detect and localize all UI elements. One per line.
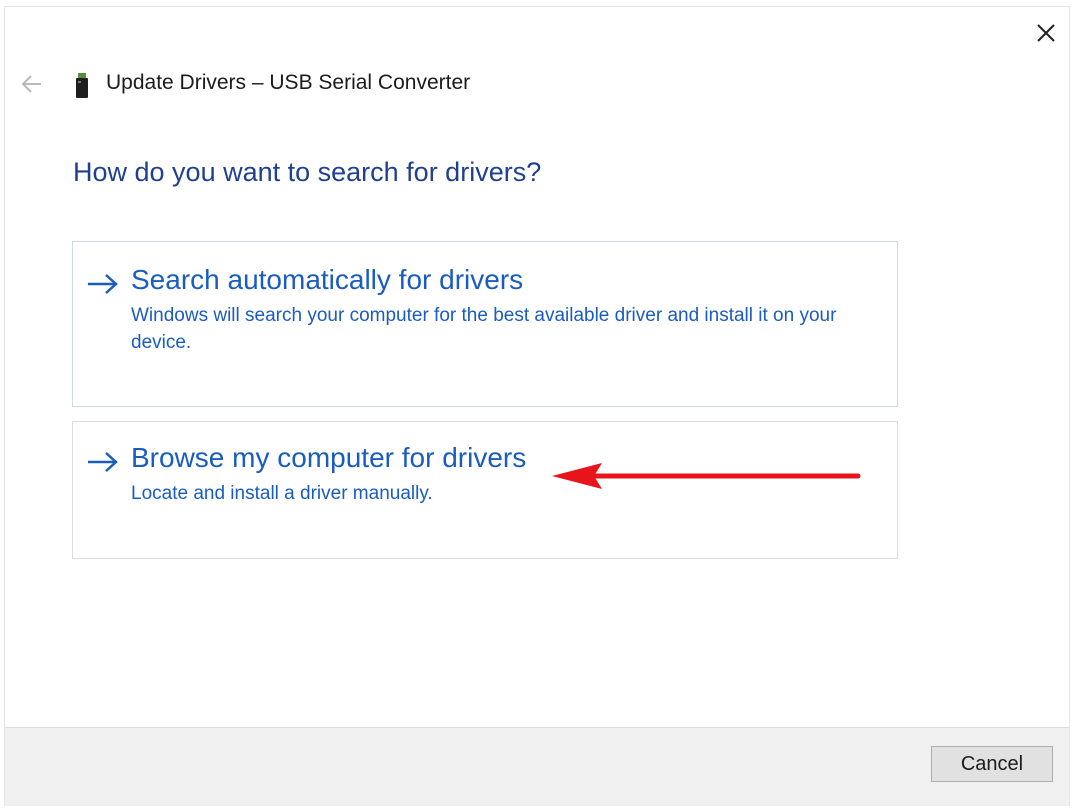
close-icon [1037, 24, 1055, 42]
right-arrow-icon [88, 452, 118, 472]
back-arrow-icon [21, 75, 41, 93]
usb-device-icon [76, 73, 88, 98]
right-arrow-icon [88, 274, 118, 294]
option-title: Browse my computer for drivers [131, 442, 527, 473]
option-title: Search automatically for drivers [131, 264, 524, 295]
close-button[interactable] [1031, 19, 1061, 47]
update-drivers-dialog: Update Drivers – USB Serial Converter Ho… [4, 6, 1070, 806]
option-description: Windows will search your computer for th… [131, 305, 837, 353]
red-annotation-arrow-icon [552, 463, 861, 489]
window-title: Update Drivers – USB Serial Converter [106, 71, 471, 94]
page-heading: How do you want to search for drivers? [73, 157, 542, 187]
cancel-button[interactable]: Cancel [931, 746, 1053, 782]
back-button[interactable] [19, 73, 45, 95]
dialog-footer: Cancel [5, 727, 1069, 806]
search-automatically-option[interactable]: Search automatically for drivers Windows… [72, 241, 898, 407]
